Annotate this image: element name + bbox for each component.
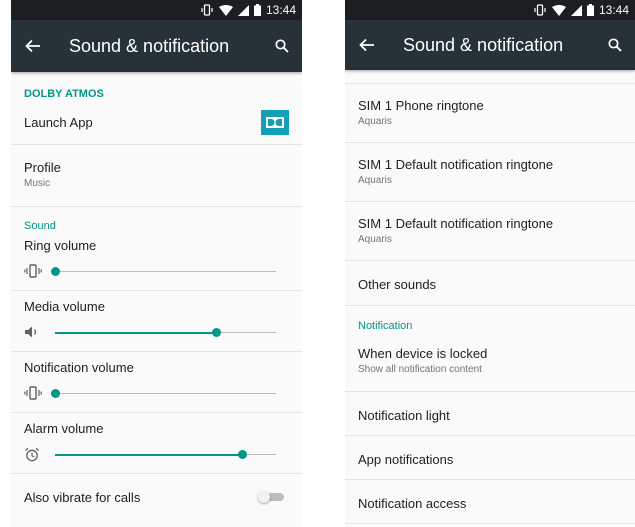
vibrate-icon [24, 386, 42, 400]
app-toolbar: Sound & notification [345, 20, 635, 70]
other-sounds-item[interactable]: Other sounds [345, 261, 635, 306]
arrow-left-icon [25, 39, 40, 53]
status-bar: 13:44 [345, 0, 635, 20]
app-notifications-label: App notifications [358, 452, 454, 467]
vibrate-for-calls-label: Also vibrate for calls [24, 490, 141, 505]
phone-screen-left: 13:44 Sound & notification DOLBY ATMOS L… [11, 0, 302, 527]
wifi-icon [551, 4, 566, 16]
section-header-notification: Notification [358, 320, 413, 332]
search-icon [275, 39, 289, 53]
ringtone-title: SIM 1 Default notification ringtone [358, 216, 554, 231]
when-locked-value: Show all notification content [358, 364, 482, 375]
slider-thumb[interactable] [50, 388, 60, 398]
battery-icon [253, 4, 261, 16]
section-header-sound: Sound [24, 220, 56, 232]
page-title: Sound & notification [69, 35, 230, 56]
notification-volume-item: Notification volume [11, 352, 302, 413]
status-bar: 13:44 [11, 0, 302, 20]
profile-label: Profile [24, 160, 61, 175]
alarm-clock-icon [24, 447, 42, 461]
back-button[interactable] [11, 20, 55, 72]
slider-track[interactable] [55, 327, 276, 337]
ringtone-item[interactable]: SIM 1 Default notification ringtone Aqua… [345, 202, 635, 261]
vibrate-toggle[interactable] [258, 491, 284, 503]
app-toolbar: Sound & notification [11, 20, 302, 72]
ringtone-item[interactable]: SIM 1 Phone ringtone Aquaris [345, 84, 635, 143]
ringtone-item[interactable]: SIM 1 Default notification ringtone Aqua… [345, 143, 635, 202]
profile-item[interactable]: Profile Music [11, 145, 302, 207]
app-notifications-item[interactable]: App notifications [345, 436, 635, 480]
slider-thumb[interactable] [50, 266, 60, 276]
search-button[interactable] [595, 20, 635, 70]
notification-access-item[interactable]: Notification access [345, 480, 635, 524]
vibrate-icon [24, 264, 42, 278]
volume-label: Media volume [24, 299, 105, 314]
alarm-volume-item: Alarm volume [11, 413, 302, 474]
slider-thumb[interactable] [211, 327, 221, 337]
volume-label: Notification volume [24, 360, 134, 375]
slider-thumb[interactable] [238, 449, 248, 459]
signal-icon [570, 4, 582, 16]
profile-value: Music [24, 178, 51, 189]
notification-light-item[interactable]: Notification light [345, 392, 635, 436]
toggle-thumb [258, 491, 270, 503]
notification-light-label: Notification light [358, 408, 450, 423]
alarm-volume-slider[interactable] [24, 447, 276, 461]
media-volume-item: Media volume [11, 291, 302, 352]
notification-access-label: Notification access [358, 496, 467, 511]
vibrate-for-calls-item[interactable]: Also vibrate for calls [11, 474, 302, 520]
slider-track[interactable] [55, 449, 276, 459]
back-button[interactable] [345, 20, 389, 70]
ringtone-title: SIM 1 Phone ringtone [358, 98, 484, 113]
volume-label: Ring volume [24, 238, 97, 253]
phone-screen-right: 13:44 Sound & notification SIM 1 Phone r… [345, 0, 635, 527]
other-sounds-label: Other sounds [358, 277, 437, 292]
arrow-left-icon [359, 38, 374, 52]
status-time: 13:44 [265, 3, 296, 17]
slider-fill [55, 331, 217, 334]
status-time: 13:44 [598, 3, 629, 17]
when-locked-title: When device is locked [358, 346, 488, 361]
volume-label: Alarm volume [24, 421, 104, 436]
launch-app-item[interactable]: Launch App [11, 100, 302, 145]
scrolled-divider [345, 70, 635, 84]
slider-fill [55, 453, 243, 456]
vibrate-status-icon [200, 4, 214, 16]
search-icon [608, 38, 622, 52]
speaker-icon [24, 325, 42, 339]
ring-volume-slider[interactable] [24, 264, 276, 278]
vibrate-status-icon [533, 4, 547, 16]
launch-app-label: Launch App [24, 114, 93, 130]
ringtone-title: SIM 1 Default notification ringtone [358, 157, 554, 172]
signal-icon [237, 4, 249, 16]
page-title: Sound & notification [403, 34, 564, 55]
notification-volume-slider[interactable] [24, 386, 276, 400]
media-volume-slider[interactable] [24, 325, 276, 339]
ringtone-value: Aquaris [358, 116, 392, 127]
volume-list: Ring volume Media volume Notification vo… [11, 235, 302, 474]
ring-volume-item: Ring volume [11, 235, 302, 291]
search-button[interactable] [262, 20, 302, 72]
ringtone-value: Aquaris [358, 175, 392, 186]
slider-track[interactable] [50, 266, 276, 276]
wifi-icon [218, 4, 233, 16]
section-header-dolby: DOLBY ATMOS [24, 88, 104, 100]
ringtone-value: Aquaris [358, 234, 392, 245]
when-locked-item[interactable]: When device is locked Show all notificat… [345, 336, 635, 392]
dolby-icon[interactable] [261, 109, 289, 135]
slider-track[interactable] [50, 388, 276, 398]
battery-icon [586, 4, 594, 16]
